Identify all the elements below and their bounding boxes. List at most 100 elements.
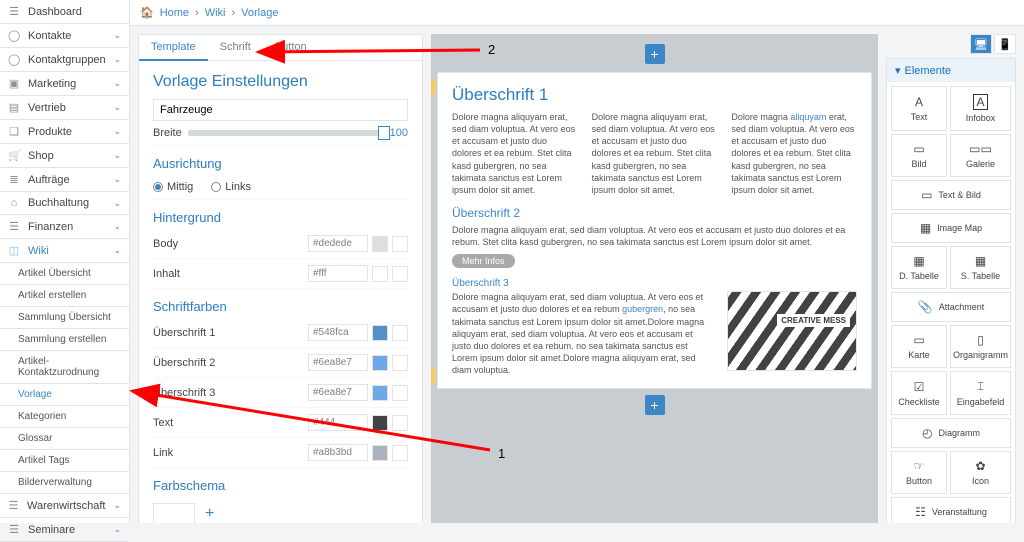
nav-warenwirtschaft[interactable]: ☰Warenwirtschaft⌄ [0,494,129,518]
hint-icon[interactable]: 💡 [431,79,436,95]
chevron-icon: ⌄ [113,150,121,161]
subnav-kategorien[interactable]: Kategorien [0,406,129,428]
width-slider[interactable] [188,130,384,136]
align-links[interactable]: Links [211,181,251,193]
color-reset[interactable] [392,445,408,461]
element-attachment[interactable]: 📎Attachment [891,292,1011,322]
accordion-elements[interactable]: ▾Elemente [887,59,1015,82]
subnav-sammlung-erstellen[interactable]: Sammlung erstellen [0,329,129,351]
color-swatch[interactable] [372,325,388,341]
subnav-artikel-erstellen[interactable]: Artikel erstellen [0,285,129,307]
breadcrumb-wiki[interactable]: Wiki [205,7,226,19]
element-galerie[interactable]: ▭▭Galerie [950,134,1011,177]
colorscheme-slot[interactable] [153,503,195,523]
hint-icon-2[interactable]: 💡 [431,368,436,384]
element-karte[interactable]: ▭Karte [891,325,947,368]
nav-vertrieb[interactable]: ▤Vertrieb⌄ [0,96,129,120]
nav-seminare[interactable]: ☰Seminare⌄ [0,518,129,542]
nav-icon: ☰ [8,220,20,233]
width-label: Breite [153,127,182,139]
color-swatch[interactable] [372,445,388,461]
nav-icon: ☰ [8,523,20,536]
breadcrumb-home[interactable]: Home [160,7,189,19]
nav-dashboard[interactable]: ☰Dashboard [0,0,129,24]
color-input[interactable] [308,235,368,252]
color-input[interactable] [308,384,368,401]
element-infobox[interactable]: AInfobox [950,86,1011,131]
add-row-bottom[interactable]: + [645,395,665,415]
color-input[interactable] [308,324,368,341]
color-swatch[interactable] [372,415,388,431]
panel-title: Vorlage Einstellungen [153,73,408,91]
element-organigramm[interactable]: ▯Organigramm [950,325,1011,368]
color-input[interactable] [308,444,368,461]
color-reset[interactable] [392,236,408,252]
element-text-bild[interactable]: ▭Text & Bild [891,180,1011,210]
color-swatch[interactable] [372,355,388,371]
nav-aufträge[interactable]: ≣Aufträge⌄ [0,168,129,192]
nav-icon: ◫ [8,244,20,257]
nav-kontakte[interactable]: ◯Kontakte⌄ [0,24,129,48]
element-icon[interactable]: ✿Icon [950,451,1011,494]
nav-finanzen[interactable]: ☰Finanzen⌄ [0,215,129,239]
color-reset[interactable] [392,355,408,371]
subnav-artikel-übersicht[interactable]: Artikel Übersicht [0,263,129,285]
breadcrumb-current[interactable]: Vorlage [241,7,278,19]
element-eingabefeld[interactable]: ⌶Eingabefeld [950,371,1011,415]
tab-schrift[interactable]: Schrift [208,35,263,60]
element-s-tabelle[interactable]: ▦S. Tabelle [950,246,1011,289]
section-colorscheme: Farbschema [153,478,408,493]
nav-buchhaltung[interactable]: ⌂Buchhaltung⌄ [0,192,129,215]
color-swatch[interactable] [372,266,388,282]
subnav-artikel-kontaktzurodnung[interactable]: Artikel-Kontaktzurodnung [0,351,129,384]
add-colorscheme[interactable]: + [205,505,214,523]
element-image-map[interactable]: ▦Image Map [891,213,1011,243]
element-diagramm[interactable]: ◴Diagramm [891,418,1011,448]
element-text[interactable]: AText [891,86,947,131]
nav-shop[interactable]: 🛒Shop⌄ [0,144,129,168]
chevron-icon: ⌄ [114,54,122,65]
element-d-tabelle[interactable]: ▦D. Tabelle [891,246,947,289]
color-input[interactable] [308,265,368,282]
subnav-artikel-tags[interactable]: Artikel Tags [0,450,129,472]
element-icon: ☑ [914,380,925,394]
device-desktop[interactable]: 🖥 [970,34,992,54]
device-mobile[interactable]: 📱 [994,34,1016,54]
add-row-top[interactable]: + [645,44,665,64]
color-reset[interactable] [392,415,408,431]
nav-wiki[interactable]: ◫Wiki⌄ [0,239,129,263]
nav-produkte[interactable]: ❏Produkte⌄ [0,120,129,144]
nav-icon: ☰ [8,5,20,18]
section-fontcolors: Schriftfarben [153,299,408,314]
preview-h1: Überschrift 1 [452,85,857,105]
subnav-glossar[interactable]: Glossar [0,428,129,450]
elements-rail: 🖥 📱 ▾Elemente ATextAInfobox▭Bild▭▭Galeri… [886,34,1016,523]
align-mittig[interactable]: Mittig [153,181,193,193]
color-reset[interactable] [392,266,408,282]
element-icon: ▦ [920,221,931,235]
subnav-vorlage[interactable]: Vorlage [0,384,129,406]
element-checkliste[interactable]: ☑Checkliste [891,371,947,415]
tab-button[interactable]: Button [263,35,319,60]
color-reset[interactable] [392,325,408,341]
more-button[interactable]: Mehr Infos [452,254,515,268]
subnav-sammlung-übersicht[interactable]: Sammlung Übersicht [0,307,129,329]
color-swatch[interactable] [372,385,388,401]
nav-kontaktgruppen[interactable]: ◯Kontaktgruppen⌄ [0,48,129,72]
tab-template[interactable]: Template [139,35,208,61]
canvas[interactable]: 💡 Überschrift 1 Dolore magna aliquyam er… [437,72,872,389]
element-veranstaltung[interactable]: ☷Veranstaltung [891,497,1011,523]
chevron-icon: ⌄ [113,524,121,535]
color-reset[interactable] [392,385,408,401]
subnav-bilderverwaltung[interactable]: Bilderverwaltung [0,472,129,494]
template-name-input[interactable] [153,99,408,121]
color-swatch[interactable] [372,236,388,252]
nav-marketing[interactable]: ▣Marketing⌄ [0,72,129,96]
color-input[interactable] [308,414,368,431]
element-bild[interactable]: ▭Bild [891,134,947,177]
preview-col1: Dolore magna aliquyam erat, sed diam vol… [452,111,578,196]
home-icon[interactable]: 🏠 [140,6,154,19]
main: 🏠 Home › Wiki › Vorlage Template Schrift… [130,0,1024,523]
element-button[interactable]: ☞Button [891,451,947,494]
color-input[interactable] [308,354,368,371]
